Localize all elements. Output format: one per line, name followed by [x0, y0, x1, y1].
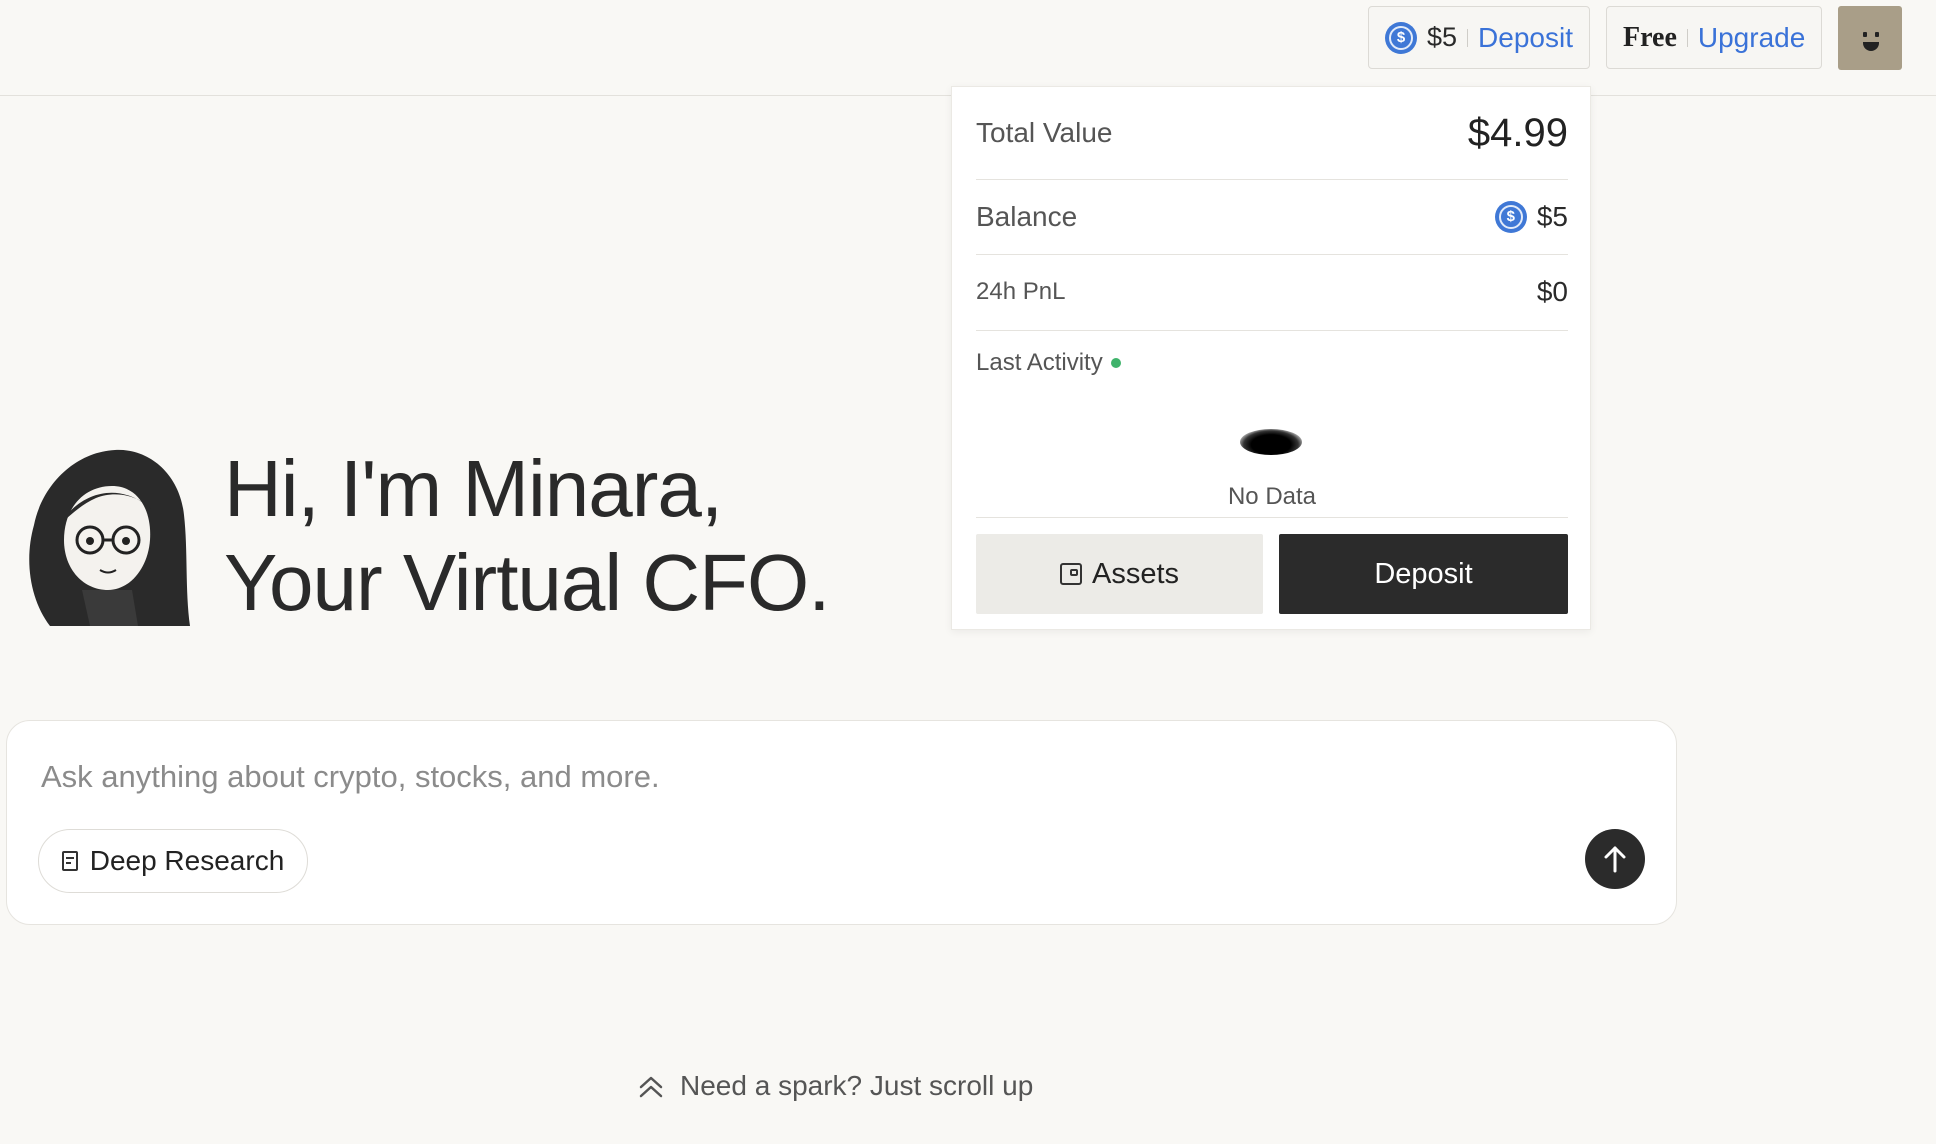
document-icon [61, 851, 78, 871]
deep-research-button[interactable]: Deep Research [38, 829, 308, 893]
total-value-label: Total Value [976, 117, 1113, 148]
top-bar: $ $5 Deposit Free Upgrade [0, 0, 1936, 96]
empty-hole-icon [1240, 429, 1302, 455]
pnl-value: $0 [1536, 276, 1568, 307]
user-avatar[interactable] [1838, 6, 1902, 70]
balance-label: Balance [976, 200, 1078, 232]
usdc-coin-icon: $ [1385, 21, 1417, 54]
chat-input[interactable] [39, 751, 1603, 803]
plan-pill[interactable]: Free Upgrade [1606, 6, 1822, 69]
wallet-dropdown: Total Value $4.99 Balance $ $5 24h PnL $… [951, 86, 1591, 630]
header-balance-amount: $5 [1427, 22, 1458, 52]
hero-title: Hi, I'm Minara, Your Virtual CFO. [224, 442, 830, 630]
scroll-hint-text: Need a spark? Just scroll up [680, 1070, 1034, 1101]
divider [1686, 28, 1688, 47]
avatar-mouth-icon [1863, 42, 1879, 51]
double-chevron-up-icon [639, 1076, 663, 1098]
avatar-eye-icon [1863, 32, 1867, 37]
hero-line-1: Hi, I'm Minara, [224, 444, 723, 533]
avatar-eye-icon [1875, 32, 1879, 37]
pnl-row: 24h PnL $0 [976, 254, 1568, 331]
divider [1467, 28, 1469, 47]
status-dot-icon [1110, 358, 1121, 368]
plan-label: Free [1623, 21, 1677, 53]
arrow-up-icon [1604, 846, 1626, 873]
deep-research-label: Deep Research [89, 845, 285, 876]
balance-value: $5 [1536, 200, 1568, 232]
usdc-coin-icon: $ [1494, 200, 1527, 233]
upgrade-link[interactable]: Upgrade [1698, 22, 1805, 54]
divider [976, 517, 1568, 518]
header-deposit-link[interactable]: Deposit [1478, 22, 1573, 54]
hero-line-2: Your Virtual CFO. [224, 538, 830, 627]
balance-pill[interactable]: $ $5 Deposit [1368, 6, 1590, 69]
last-activity: Last Activity [976, 349, 1121, 377]
no-data-text: No Data [1227, 483, 1317, 510]
balance-row: Balance $ $5 [976, 179, 1568, 255]
pnl-label: 24h PnL [976, 278, 1066, 305]
last-activity-label: Last Activity [976, 349, 1103, 376]
deposit-button-label: Deposit [1374, 557, 1473, 590]
assets-button[interactable]: Assets [976, 534, 1263, 614]
assets-button-label: Assets [1091, 557, 1180, 590]
minara-portrait [20, 440, 191, 626]
scroll-hint[interactable]: Need a spark? Just scroll up [636, 1070, 1033, 1102]
total-value: $4.99 [1467, 110, 1568, 155]
chat-composer: Deep Research [6, 720, 1677, 925]
balance-value-group: $ $5 [1494, 200, 1568, 233]
total-value-row: Total Value $4.99 [976, 87, 1568, 180]
wallet-icon [1059, 563, 1082, 585]
deposit-button[interactable]: Deposit [1279, 534, 1568, 614]
send-button[interactable] [1585, 829, 1645, 889]
